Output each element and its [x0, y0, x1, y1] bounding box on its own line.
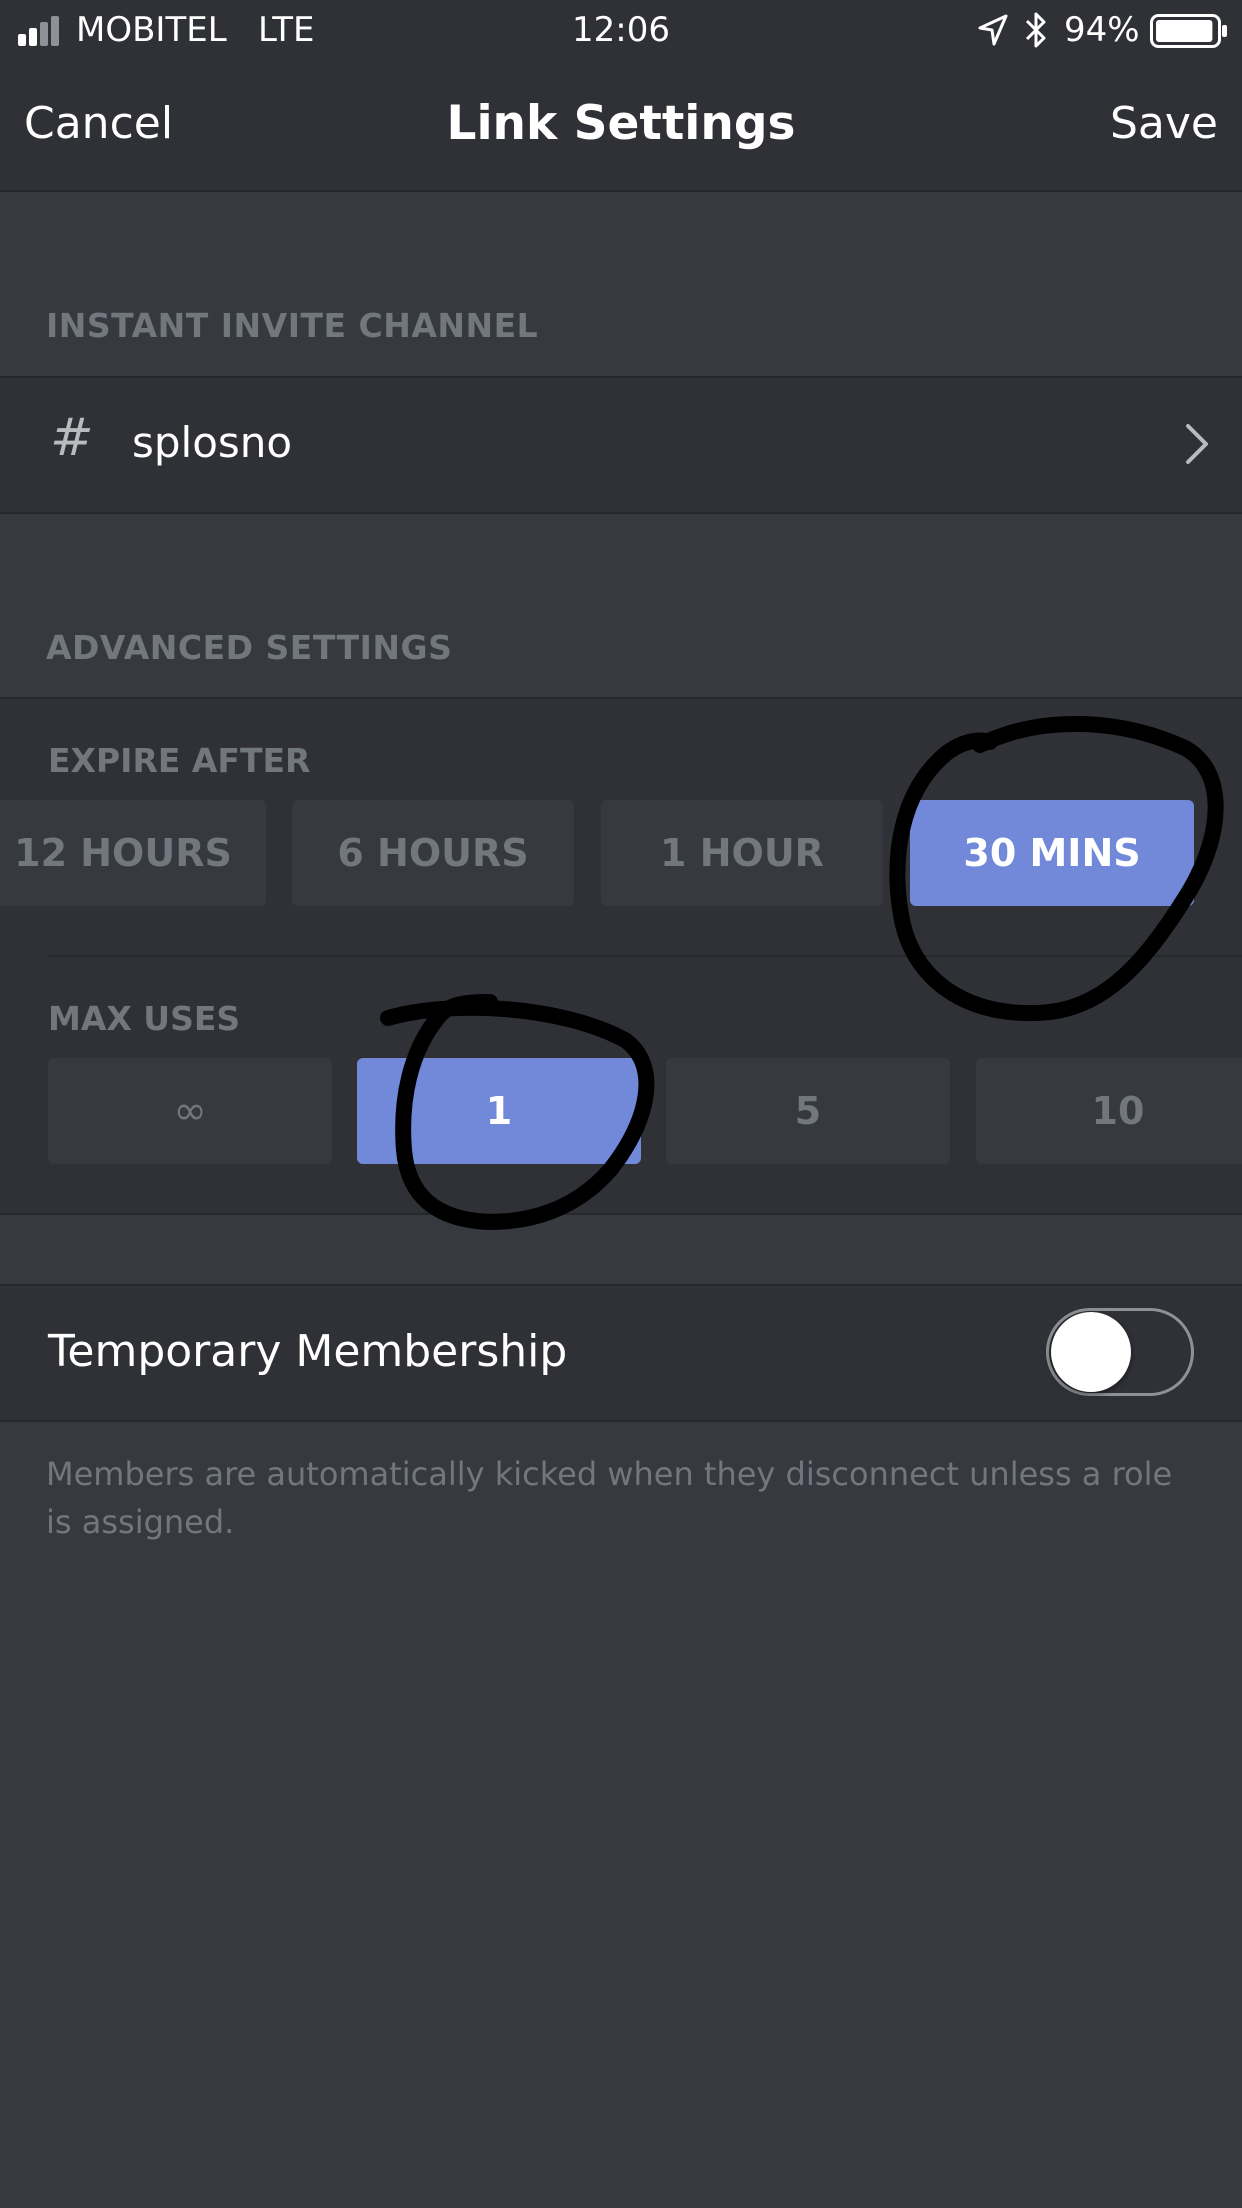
battery-icon — [1150, 14, 1227, 48]
temporary-membership-toggle[interactable] — [1046, 1308, 1194, 1396]
page-title: Link Settings — [446, 96, 796, 151]
temporary-membership-helper-text: Members are automatically kicked when th… — [46, 1455, 1173, 1541]
max-uses-option-1[interactable]: 1 — [357, 1058, 641, 1164]
expire-option-12-hours[interactable]: 12 HOURS — [0, 800, 266, 906]
expire-after-label: EXPIRE AFTER — [48, 741, 311, 780]
max-uses-option-infinite[interactable]: ∞ — [48, 1058, 332, 1164]
instant-invite-section-label: INSTANT INVITE CHANNEL — [46, 306, 539, 345]
expire-option-30-mins[interactable]: 30 MINS — [910, 800, 1194, 906]
channel-select-row[interactable]: # splosno — [0, 376, 1242, 514]
max-uses-option-5[interactable]: 5 — [666, 1058, 950, 1164]
temporary-membership-label: Temporary Membership — [48, 1326, 568, 1377]
advanced-settings-panel: EXPIRE AFTER 12 HOURS 6 HOURS 1 HOUR 30 … — [0, 697, 1242, 1215]
toggle-knob — [1051, 1312, 1131, 1392]
battery-percent: 94% — [1064, 10, 1140, 50]
top-bar: MOBITEL LTE 12:06 94% Cancel Link Settin… — [0, 0, 1242, 192]
hash-icon: # — [50, 408, 94, 468]
bluetooth-icon — [1025, 12, 1046, 48]
divider — [48, 955, 1242, 957]
temporary-membership-row: Temporary Membership — [0, 1284, 1242, 1422]
expire-option-1-hour[interactable]: 1 HOUR — [601, 800, 883, 906]
max-uses-label: MAX USES — [48, 999, 241, 1038]
expire-option-6-hours[interactable]: 6 HOURS — [292, 800, 574, 906]
status-time: 12:06 — [572, 10, 670, 50]
status-bar: MOBITEL LTE 12:06 94% — [0, 0, 1242, 62]
channel-name: splosno — [132, 418, 293, 467]
location-icon — [978, 14, 1008, 46]
chevron-right-icon — [1186, 424, 1208, 464]
advanced-section-label: ADVANCED SETTINGS — [46, 628, 453, 667]
save-button[interactable]: Save — [1110, 98, 1218, 149]
max-uses-option-10[interactable]: 10 — [976, 1058, 1242, 1164]
